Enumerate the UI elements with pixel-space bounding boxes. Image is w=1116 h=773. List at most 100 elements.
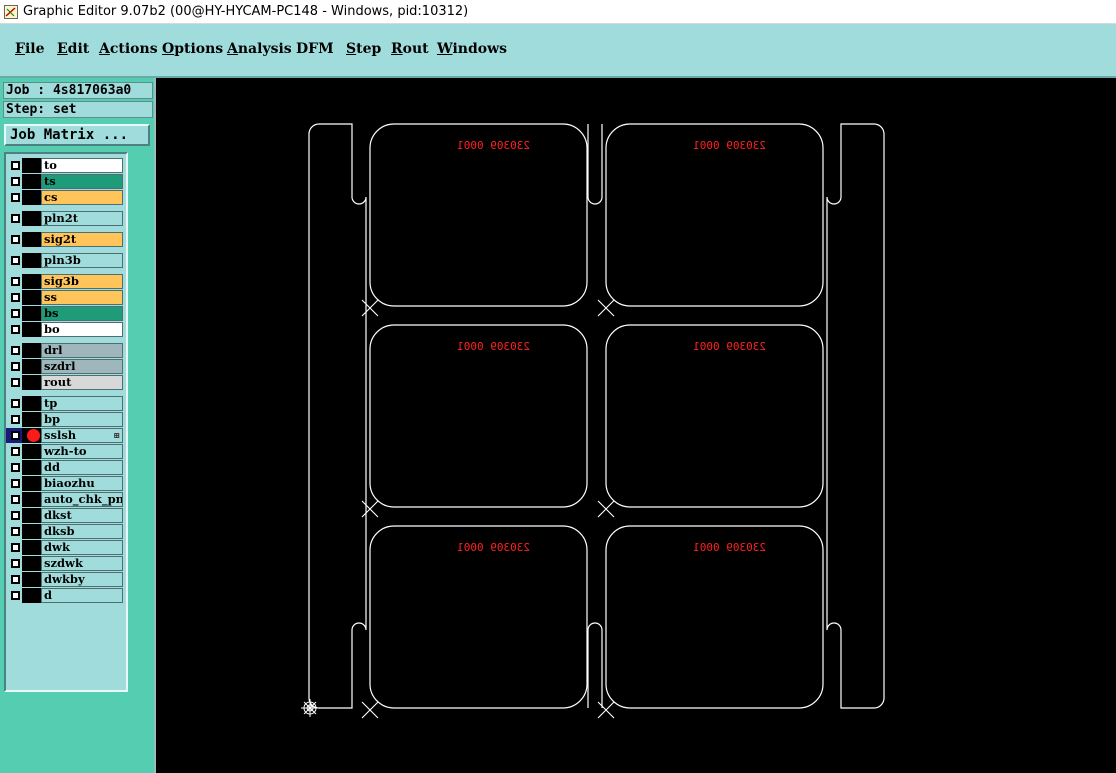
layer-row-auto_chk_pn[interactable]: auto_chk_pn (6, 492, 124, 507)
layer-display-cell[interactable] (22, 492, 41, 507)
layer-row-bp[interactable]: bp (6, 412, 124, 427)
layer-display-cell[interactable] (22, 540, 41, 555)
menu-analysis[interactable]: Analysis (227, 41, 292, 57)
layer-display-cell[interactable] (22, 174, 41, 189)
layer-name[interactable]: drl (41, 343, 123, 358)
layer-work-checkbox[interactable] (11, 277, 20, 286)
layer-name[interactable]: ts (41, 174, 123, 189)
layer-work-checkbox[interactable] (11, 495, 20, 504)
layer-row-d[interactable]: d (6, 588, 124, 603)
layer-name[interactable]: pln2t (41, 211, 123, 226)
job-matrix-button[interactable]: Job Matrix ... (4, 124, 150, 146)
menu-options[interactable]: Options (162, 41, 223, 57)
layer-work-checkbox[interactable] (11, 399, 20, 408)
layer-display-cell[interactable] (22, 322, 41, 337)
layer-display-cell[interactable] (22, 359, 41, 374)
layer-display-cell[interactable] (22, 460, 41, 475)
layer-display-cell[interactable] (22, 508, 41, 523)
menu-actions[interactable]: Actions (99, 41, 158, 57)
layer-row-rout[interactable]: rout (6, 375, 124, 390)
layer-work-checkbox[interactable] (11, 293, 20, 302)
layer-name[interactable]: rout (41, 375, 123, 390)
layer-row-bo[interactable]: bo (6, 322, 124, 337)
layer-display-cell[interactable] (22, 412, 41, 427)
layer-name[interactable]: bs (41, 306, 123, 321)
layer-name[interactable]: dkst (41, 508, 123, 523)
layer-name[interactable]: tp (41, 396, 123, 411)
layer-work-checkbox[interactable] (11, 447, 20, 456)
layer-name[interactable]: cs (41, 190, 123, 205)
layer-work-checkbox[interactable] (11, 543, 20, 552)
menu-edit[interactable]: Edit (57, 41, 89, 57)
layer-row-dkst[interactable]: dkst (6, 508, 124, 523)
layer-row-tp[interactable]: tp (6, 396, 124, 411)
layer-row-dwkby[interactable]: dwkby (6, 572, 124, 587)
layer-row-dksb[interactable]: dksb (6, 524, 124, 539)
layer-row-ts[interactable]: ts (6, 174, 124, 189)
layer-row-biaozhu[interactable]: biaozhu (6, 476, 124, 491)
layer-name[interactable]: bo (41, 322, 123, 337)
layer-row-szdwk[interactable]: szdwk (6, 556, 124, 571)
menu-windows[interactable]: Windows (437, 41, 507, 57)
layer-work-checkbox[interactable] (11, 214, 20, 223)
layer-display-cell[interactable] (22, 158, 41, 173)
layer-name[interactable]: pln3b (41, 253, 123, 268)
layer-work-checkbox[interactable] (11, 527, 20, 536)
layer-name[interactable]: bp (41, 412, 123, 427)
menu-dfm[interactable]: DFM (296, 41, 334, 57)
layer-display-cell[interactable] (22, 556, 41, 571)
layer-name[interactable]: ss (41, 290, 123, 305)
layer-work-checkbox[interactable] (11, 309, 20, 318)
menu-rout[interactable]: Rout (391, 41, 429, 57)
layer-work-checkbox[interactable] (11, 575, 20, 584)
layer-name[interactable]: biaozhu (41, 476, 123, 491)
layer-work-checkbox[interactable] (11, 161, 20, 170)
layer-row-pln3b[interactable]: pln3b (6, 253, 124, 268)
layer-work-checkbox[interactable] (11, 362, 20, 371)
layer-row-sig2t[interactable]: sig2t (6, 232, 124, 247)
graphics-canvas[interactable]: 230309 0001 230309 0001 230309 0001 230309 … (156, 78, 1116, 773)
layer-name[interactable]: sig2t (41, 232, 123, 247)
menu-step[interactable]: Step (346, 41, 381, 57)
layer-name[interactable]: dd (41, 460, 123, 475)
layer-display-cell[interactable] (22, 396, 41, 411)
layer-row-ss[interactable]: ss (6, 290, 124, 305)
layer-name[interactable]: wzh-to (41, 444, 123, 459)
layer-display-cell[interactable] (22, 190, 41, 205)
layer-work-checkbox[interactable] (11, 346, 20, 355)
layer-display-cell[interactable] (22, 211, 41, 226)
layer-work-checkbox[interactable] (11, 591, 20, 600)
layer-name[interactable]: szdwk (41, 556, 123, 571)
layer-display-cell[interactable] (22, 444, 41, 459)
layer-work-checkbox[interactable] (11, 511, 20, 520)
layer-name[interactable]: to (41, 158, 123, 173)
layer-work-checkbox[interactable] (11, 235, 20, 244)
layer-row-cs[interactable]: cs (6, 190, 124, 205)
layer-display-cell[interactable] (22, 232, 41, 247)
board-drawing[interactable]: 230309 0001 230309 0001 230309 0001 230309 … (156, 78, 1116, 773)
layer-name[interactable]: dksb (41, 524, 123, 539)
layer-name[interactable]: sslsh ⊞ (41, 428, 123, 443)
layer-name[interactable]: dwkby (41, 572, 123, 587)
layer-display-cell[interactable] (22, 572, 41, 587)
layer-work-checkbox[interactable] (11, 415, 20, 424)
layer-work-checkbox[interactable] (11, 559, 20, 568)
layer-work-checkbox[interactable] (11, 193, 20, 202)
layer-row-dd[interactable]: dd (6, 460, 124, 475)
layer-name[interactable]: szdrl (41, 359, 123, 374)
layer-name[interactable]: d (41, 588, 123, 603)
layer-row-sig3b[interactable]: sig3b (6, 274, 124, 289)
layer-display-cell[interactable] (22, 253, 41, 268)
layer-work-checkbox[interactable] (11, 463, 20, 472)
layer-row-bs[interactable]: bs (6, 306, 124, 321)
menu-file[interactable]: File (15, 41, 45, 57)
layer-work-checkbox[interactable] (11, 479, 20, 488)
layer-display-cell[interactable] (22, 375, 41, 390)
layer-display-cell[interactable] (22, 306, 41, 321)
layer-work-checkbox[interactable] (11, 325, 20, 334)
layer-display-cell[interactable] (22, 274, 41, 289)
layer-display-cell[interactable] (22, 476, 41, 491)
layer-row-wzh-to[interactable]: wzh-to (6, 444, 124, 459)
layer-work-checkbox[interactable] (11, 256, 20, 265)
layer-display-cell[interactable] (22, 290, 41, 305)
